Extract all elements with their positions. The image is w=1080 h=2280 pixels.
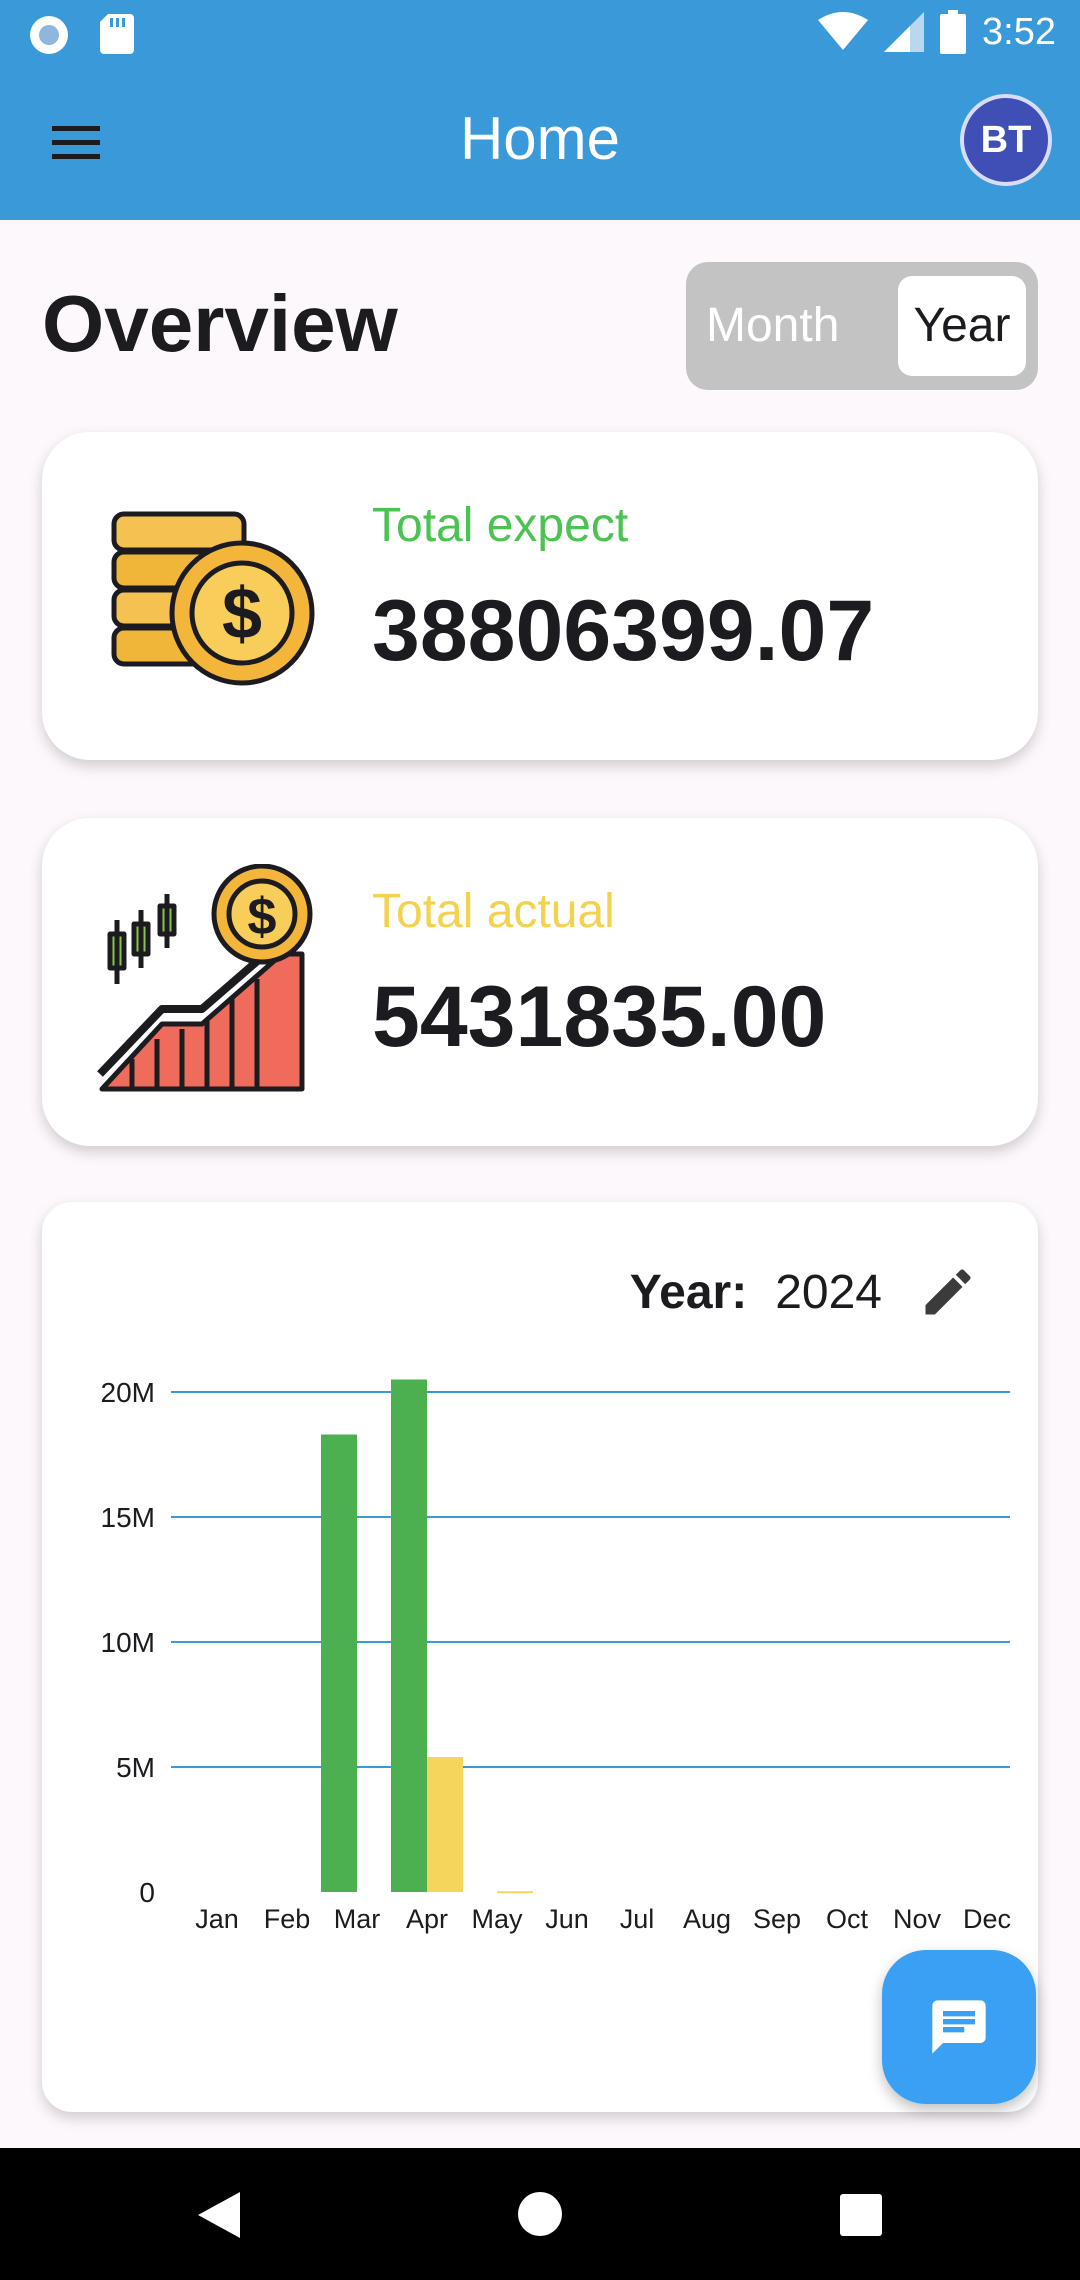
- battery-icon: [940, 10, 967, 54]
- recents-square-icon[interactable]: [840, 2194, 882, 2236]
- y-tick-label: 15M: [101, 1502, 155, 1533]
- home-circle-icon[interactable]: [516, 2190, 564, 2238]
- growth-chart-dollar-icon: $: [97, 864, 313, 1092]
- x-tick-label: Aug: [683, 1904, 731, 1934]
- cell-signal-icon: [884, 12, 925, 52]
- x-tick-label: Feb: [264, 1904, 311, 1934]
- page-title: Home: [459, 105, 621, 172]
- chat-message-icon: [932, 2000, 986, 2054]
- overview-heading: Overview: [42, 279, 398, 368]
- back-triangle-icon[interactable]: [196, 2190, 242, 2240]
- monthly-bar-chart: 0 5M 10M 15M 20M Jan Feb Mar Apr May Jun Jul Aug Sep O…: [101, 1377, 1011, 1934]
- app-bar: Home BT: [0, 66, 1080, 220]
- circle-notification-icon: [30, 16, 68, 54]
- toggle-month[interactable]: Month: [706, 262, 839, 390]
- x-tick-label: Sep: [753, 1904, 801, 1934]
- x-tick-label: Mar: [334, 1904, 381, 1934]
- bar: [321, 1434, 357, 1892]
- svg-text:$: $: [248, 888, 277, 946]
- system-nav-bar: [0, 2148, 1080, 2280]
- bar: [391, 1379, 427, 1892]
- wifi-icon: [818, 12, 869, 50]
- x-tick-label: Jan: [195, 1904, 239, 1934]
- status-time: 3:52: [982, 10, 1056, 53]
- x-tick-label: Jun: [545, 1904, 589, 1934]
- x-tick-label: Oct: [826, 1904, 869, 1934]
- coins-dollar-icon: $: [111, 511, 315, 686]
- sd-card-icon: [100, 14, 134, 54]
- x-tick-label: Jul: [620, 1904, 655, 1934]
- svg-text:$: $: [222, 574, 262, 654]
- year-label: Year:: [629, 1265, 748, 1319]
- period-toggle: Month Year: [686, 262, 1038, 390]
- y-tick-label: 0: [139, 1877, 155, 1908]
- x-tick-label: May: [471, 1904, 523, 1934]
- toggle-year[interactable]: Year: [898, 276, 1026, 376]
- avatar[interactable]: BT: [960, 94, 1052, 186]
- y-tick-label: 20M: [101, 1377, 155, 1408]
- x-tick-label: Dec: [963, 1904, 1011, 1934]
- x-tick-label: Apr: [406, 1904, 448, 1934]
- x-tick-label: Nov: [893, 1904, 942, 1934]
- total-expect-label: Total expect: [372, 499, 629, 552]
- year-value: 2024: [775, 1265, 882, 1319]
- total-expect-value: 38806399.07: [372, 583, 875, 679]
- chat-fab-button[interactable]: [882, 1950, 1036, 2104]
- pencil-icon[interactable]: [918, 1262, 978, 1322]
- status-bar: 3:52: [0, 0, 1080, 66]
- total-actual-card: $ Total actual 5431835.00: [42, 818, 1038, 1146]
- year-selector: Year: 2024: [630, 1262, 978, 1322]
- y-tick-label: 10M: [101, 1627, 155, 1658]
- total-actual-label: Total actual: [372, 885, 615, 938]
- y-tick-label: 5M: [116, 1752, 155, 1783]
- bar: [497, 1891, 533, 1894]
- total-expect-card: $ Total expect 38806399.07: [42, 432, 1038, 760]
- bar: [427, 1757, 463, 1892]
- total-actual-value: 5431835.00: [372, 969, 827, 1065]
